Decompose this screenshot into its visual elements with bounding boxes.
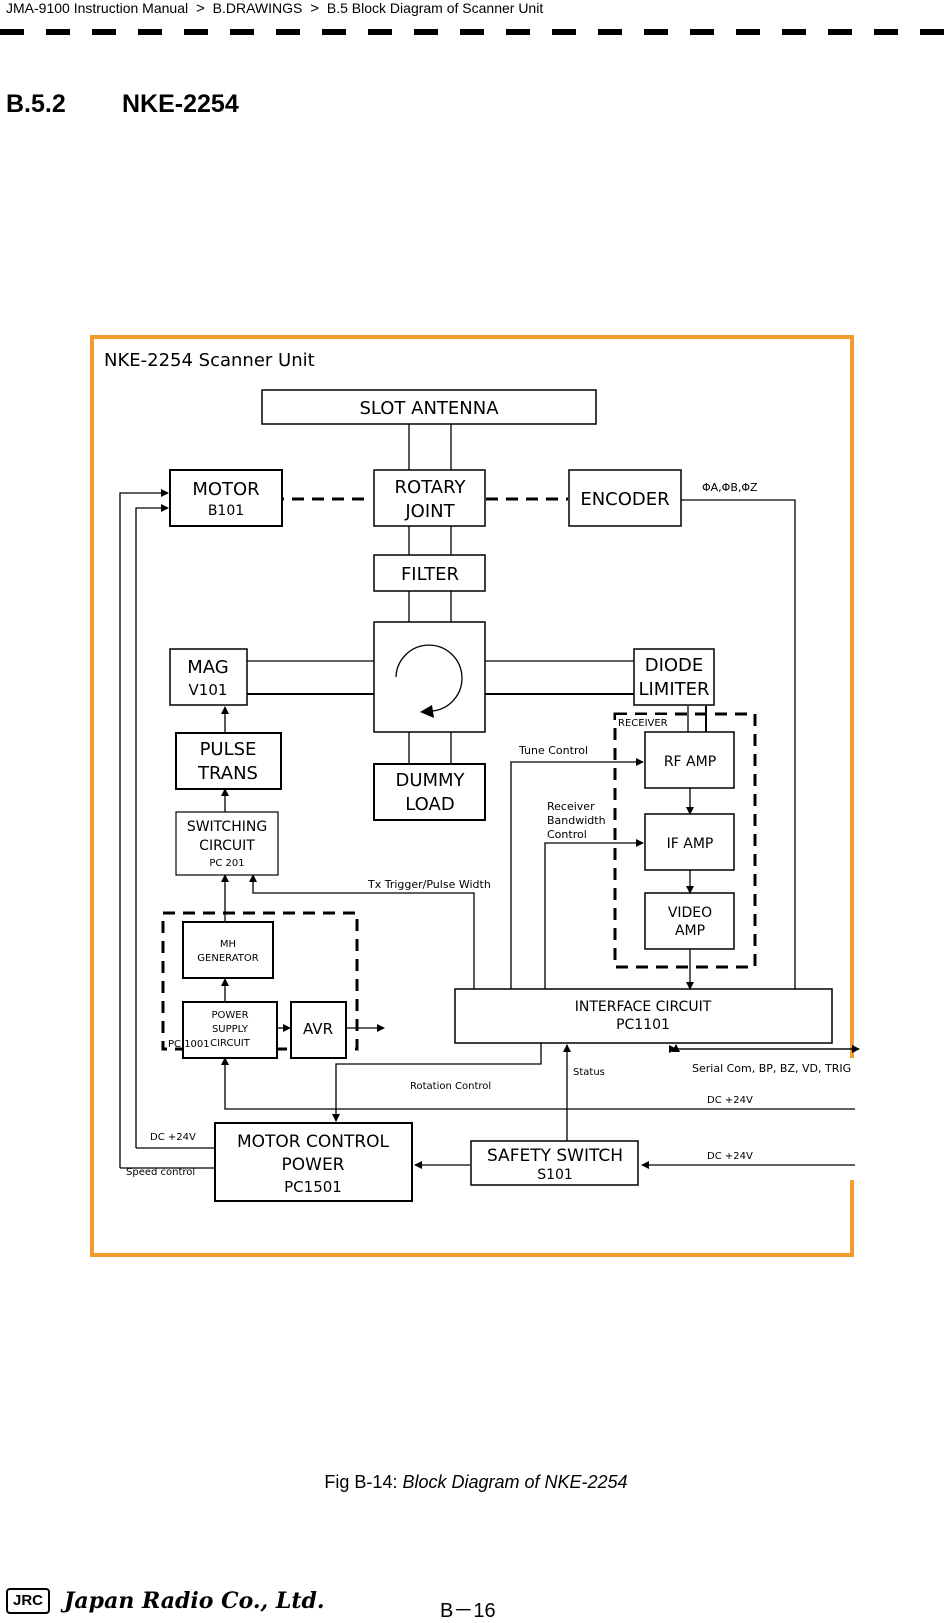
dummy-load-label-2: LOAD — [405, 794, 454, 815]
if-amp-label: IF AMP — [667, 836, 714, 852]
switching-circuit-id: PC 201 — [209, 858, 244, 869]
speed-control-label: Speed control — [126, 1167, 195, 1178]
video-amp-label-1: VIDEO — [668, 905, 712, 921]
encoder-signal-label: ΦA,ΦB,ΦZ — [702, 481, 758, 494]
dummy-load-label-1: DUMMY — [395, 770, 465, 791]
company-name: Japan Radio Co., Ltd. — [64, 1588, 325, 1614]
video-amp-block — [644, 892, 735, 950]
mag-id: V101 — [189, 681, 228, 699]
frame-title: NKE-2254 Scanner Unit — [104, 350, 315, 371]
dc-motor-label: DC +24V — [150, 1132, 196, 1143]
avr-label: AVR — [303, 1020, 333, 1038]
tx-trigger-label: Tx Trigger/Pulse Width — [367, 878, 491, 891]
encoder-label: ENCODER — [580, 489, 669, 510]
block-diagram: NKE-2254 Scanner Unit SLOT ANTENNA MOTOR… — [90, 335, 860, 1257]
dc-interface-label: DC +24V — [707, 1095, 753, 1106]
motor-id: B101 — [208, 503, 244, 519]
interface-circuit-block — [454, 988, 833, 1044]
mag-label: MAG — [187, 657, 228, 678]
mh-generator-block — [182, 921, 274, 979]
safety-switch-label: SAFETY SWITCH — [487, 1146, 623, 1166]
rotation-control-label: Rotation Control — [410, 1081, 491, 1092]
caption-text: Block Diagram of NKE-2254 — [402, 1472, 628, 1492]
power-supply-label-1: POWER — [211, 1010, 248, 1021]
receiver-bw-label-2: Bandwidth — [547, 814, 606, 827]
pc1001-group-label: PC 1001 — [168, 1039, 210, 1050]
slot-antenna-label: SLOT ANTENNA — [359, 398, 499, 419]
power-supply-label-3: CIRCUIT — [210, 1038, 251, 1049]
mh-generator-label-2: GENERATOR — [197, 953, 258, 964]
rotary-joint-label-1: ROTARY — [395, 477, 467, 498]
rotary-joint-label-2: JOINT — [404, 501, 455, 522]
video-amp-label-2: AMP — [675, 923, 705, 939]
tune-control-label: Tune Control — [518, 744, 588, 757]
interface-circuit-label: INTERFACE CIRCUIT — [575, 999, 712, 1015]
motor-control-label-2: POWER — [282, 1155, 345, 1175]
switching-circuit-label-1: SWITCHING — [187, 819, 267, 835]
status-label: Status — [573, 1067, 605, 1078]
receiver-bw-label-1: Receiver — [547, 800, 595, 813]
rf-amp-label: RF AMP — [664, 754, 716, 770]
pulse-trans-label-1: PULSE — [200, 739, 257, 760]
filter-label: FILTER — [401, 564, 459, 585]
dc-safety-label: DC +24V — [707, 1151, 753, 1162]
footer-logo: JRC Japan Radio Co., Ltd. — [6, 1588, 325, 1614]
safety-switch-id: S101 — [537, 1167, 573, 1183]
interface-circuit-id: PC1101 — [616, 1017, 670, 1033]
receiver-group-label: RECEIVER — [618, 718, 668, 729]
diode-limiter-label-1: DIODE — [645, 655, 704, 676]
diode-limiter-label-2: LIMITER — [638, 679, 709, 700]
jrc-logo: JRC — [6, 1588, 51, 1614]
motor-control-id: PC1501 — [284, 1178, 342, 1196]
power-supply-label-2: SUPPLY — [212, 1024, 249, 1035]
pulse-trans-label-2: TRANS — [197, 763, 258, 784]
serial-signal-label: Serial Com, BP, BZ, VD, TRIG — [692, 1062, 851, 1075]
switching-circuit-label-2: CIRCUIT — [199, 838, 255, 854]
receiver-bw-label-3: Control — [547, 828, 587, 841]
mh-generator-label-1: MH — [220, 939, 236, 950]
page-number: B－16 — [440, 1600, 496, 1622]
caption-prefix: Fig B-14: — [324, 1472, 403, 1492]
motor-label: MOTOR — [192, 479, 259, 500]
figure-caption: Fig B-14: Block Diagram of NKE-2254 — [0, 1472, 952, 1493]
motor-control-label-1: MOTOR CONTROL — [237, 1132, 390, 1152]
